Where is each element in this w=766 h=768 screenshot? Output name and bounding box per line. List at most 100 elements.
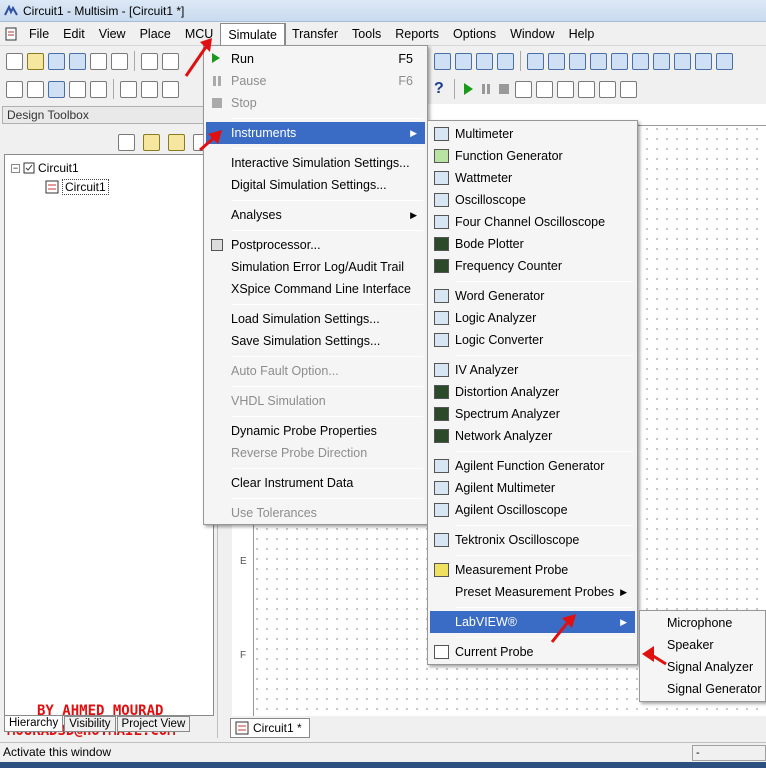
menu-item-iv-analyzer[interactable]: IV Analyzer xyxy=(430,359,635,381)
menu-tools[interactable]: Tools xyxy=(345,23,388,45)
menu-item-use-tolerances[interactable]: Use Tolerances xyxy=(206,502,425,524)
menu-item-function-generator[interactable]: Function Generator xyxy=(430,145,635,167)
tab-hierarchy[interactable]: Hierarchy xyxy=(4,716,64,732)
probe-toolbar-icon[interactable] xyxy=(515,80,532,98)
probe-icon[interactable] xyxy=(141,80,158,98)
postprocessor-icon[interactable] xyxy=(120,80,137,98)
document-tab[interactable]: Circuit1 * xyxy=(230,718,310,738)
copy-icon[interactable] xyxy=(162,52,179,70)
cmos-icon[interactable] xyxy=(653,52,670,70)
menu-item-multimeter[interactable]: Multimeter xyxy=(430,123,635,145)
run-icon[interactable] xyxy=(461,82,475,96)
step-out-icon[interactable] xyxy=(578,80,595,98)
menu-item-postprocessor[interactable]: Postprocessor... xyxy=(206,234,425,256)
menu-item-clear-data[interactable]: Clear Instrument Data xyxy=(206,472,425,494)
menu-transfer[interactable]: Transfer xyxy=(285,23,345,45)
open-folder-icon[interactable] xyxy=(143,133,160,151)
database-icon[interactable] xyxy=(48,80,65,98)
menu-item-tektronix[interactable]: Tektronix Oscilloscope xyxy=(430,529,635,551)
menu-item-pause[interactable]: Pause F6 xyxy=(206,70,425,92)
indicator-icon[interactable] xyxy=(716,52,733,70)
component-wizard-icon[interactable] xyxy=(69,80,86,98)
open-icon[interactable] xyxy=(27,52,44,70)
zoom-out-icon[interactable] xyxy=(455,52,472,70)
menu-item-analyses[interactable]: Analyses ▶ xyxy=(206,204,425,226)
hand-icon[interactable] xyxy=(620,80,637,98)
menu-item-labview[interactable]: LabVIEW® ▶ xyxy=(430,611,635,633)
transistor-icon[interactable] xyxy=(590,52,607,70)
menu-item-four-channel[interactable]: Four Channel Oscilloscope xyxy=(430,211,635,233)
new-icon[interactable] xyxy=(6,52,23,70)
menu-item-distortion-analyzer[interactable]: Distortion Analyzer xyxy=(430,381,635,403)
menu-file[interactable]: File xyxy=(22,23,56,45)
analog-icon[interactable] xyxy=(611,52,628,70)
print-icon[interactable] xyxy=(90,52,107,70)
source-icon[interactable] xyxy=(527,52,544,70)
menu-item-agilent-function-generator[interactable]: Agilent Function Generator xyxy=(430,455,635,477)
menu-item-measurement-probe[interactable]: Measurement Probe xyxy=(430,559,635,581)
basic-icon[interactable] xyxy=(548,52,565,70)
new-design-icon[interactable] xyxy=(118,133,135,151)
tab-project-view[interactable]: Project View xyxy=(116,716,191,732)
tree-root[interactable]: − Circuit1 xyxy=(11,161,79,175)
save-icon[interactable] xyxy=(69,52,86,70)
menu-item-digital-settings[interactable]: Digital Simulation Settings... xyxy=(206,174,425,196)
tab-visibility[interactable]: Visibility xyxy=(64,716,116,732)
menu-edit[interactable]: Edit xyxy=(56,23,92,45)
menu-view[interactable]: View xyxy=(92,23,133,45)
toggle-icon[interactable] xyxy=(6,80,23,98)
menu-item-spectrum-analyzer[interactable]: Spectrum Analyzer xyxy=(430,403,635,425)
menu-item-word-generator[interactable]: Word Generator xyxy=(430,285,635,307)
menu-place[interactable]: Place xyxy=(133,23,178,45)
menu-item-microphone[interactable]: Microphone xyxy=(642,612,763,634)
menu-item-error-log[interactable]: Simulation Error Log/Audit Trail xyxy=(206,256,425,278)
menu-item-bode-plotter[interactable]: Bode Plotter xyxy=(430,233,635,255)
menu-item-instruments[interactable]: Instruments ▶ xyxy=(206,122,425,144)
tree-child[interactable]: Circuit1 xyxy=(45,179,109,195)
menu-item-dynamic-probe[interactable]: Dynamic Probe Properties xyxy=(206,420,425,442)
menu-item-preset-probes[interactable]: Preset Measurement Probes ▶ xyxy=(430,581,635,603)
menu-item-load-settings[interactable]: Load Simulation Settings... xyxy=(206,308,425,330)
menu-item-run[interactable]: Run F5 xyxy=(206,48,425,70)
ttl-icon[interactable] xyxy=(632,52,649,70)
zoom-in-icon[interactable] xyxy=(434,52,451,70)
menu-item-wattmeter[interactable]: Wattmeter xyxy=(430,167,635,189)
menu-item-xspice[interactable]: XSpice Command Line Interface xyxy=(206,278,425,300)
stop-icon[interactable] xyxy=(497,82,511,96)
collapse-icon[interactable]: − xyxy=(11,163,20,173)
menu-item-logic-converter[interactable]: Logic Converter xyxy=(430,329,635,351)
spreadsheet-icon[interactable] xyxy=(27,80,44,98)
document-icon[interactable] xyxy=(0,24,22,44)
menu-item-logic-analyzer[interactable]: Logic Analyzer xyxy=(430,307,635,329)
cut-icon[interactable] xyxy=(141,52,158,70)
menu-reports[interactable]: Reports xyxy=(388,23,446,45)
menu-item-auto-fault[interactable]: Auto Fault Option... xyxy=(206,360,425,382)
grapher-icon[interactable] xyxy=(90,80,107,98)
pause-icon[interactable] xyxy=(479,82,493,96)
diode-icon[interactable] xyxy=(569,52,586,70)
open-design-icon[interactable] xyxy=(48,52,65,70)
menu-item-network-analyzer[interactable]: Network Analyzer xyxy=(430,425,635,447)
print-preview-icon[interactable] xyxy=(111,52,128,70)
menu-item-current-probe[interactable]: Current Probe xyxy=(430,641,635,663)
menu-item-interactive-settings[interactable]: Interactive Simulation Settings... xyxy=(206,152,425,174)
zoom-area-icon[interactable] xyxy=(476,52,493,70)
step-icon[interactable] xyxy=(536,80,553,98)
select-icon[interactable] xyxy=(162,80,179,98)
menu-item-save-settings[interactable]: Save Simulation Settings... xyxy=(206,330,425,352)
mixed-icon[interactable] xyxy=(695,52,712,70)
save-design-icon[interactable] xyxy=(168,133,185,151)
menu-window[interactable]: Window xyxy=(503,23,561,45)
menu-item-reverse-probe[interactable]: Reverse Probe Direction xyxy=(206,442,425,464)
misc-digital-icon[interactable] xyxy=(674,52,691,70)
menu-item-signal-generator[interactable]: Signal Generator xyxy=(642,678,763,700)
menu-item-agilent-multimeter[interactable]: Agilent Multimeter xyxy=(430,477,635,499)
menu-item-vhdl[interactable]: VHDL Simulation xyxy=(206,390,425,412)
breakpoint-icon[interactable] xyxy=(599,80,616,98)
menu-simulate[interactable]: Simulate xyxy=(220,22,285,45)
menu-options[interactable]: Options xyxy=(446,23,503,45)
menu-item-stop[interactable]: Stop xyxy=(206,92,425,114)
menu-item-oscilloscope[interactable]: Oscilloscope xyxy=(430,189,635,211)
help-icon[interactable]: ? xyxy=(434,80,448,98)
zoom-fit-icon[interactable] xyxy=(497,52,514,70)
